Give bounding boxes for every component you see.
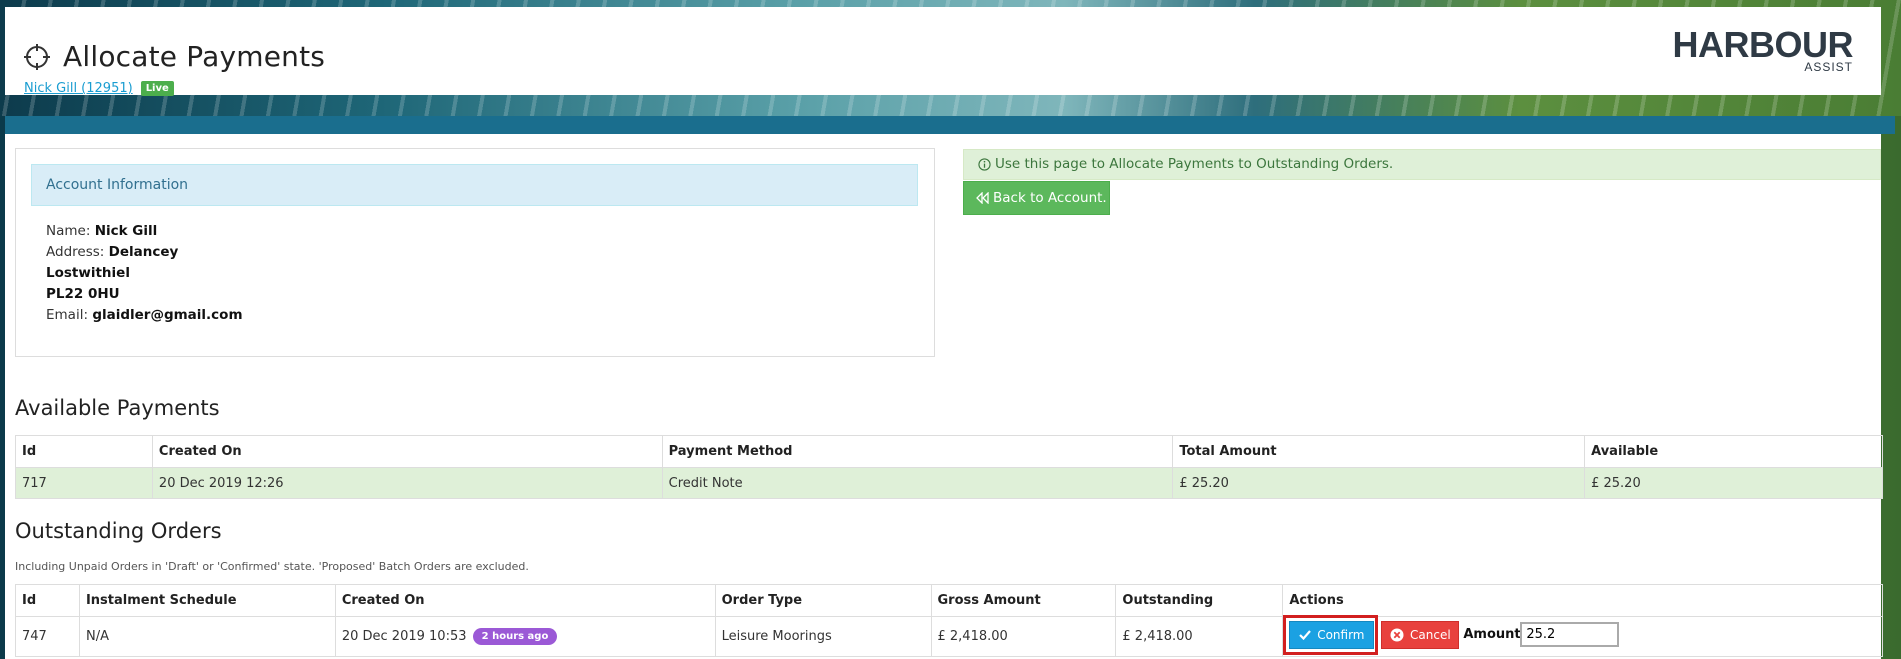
account-name: Nick Gill: [94, 223, 158, 239]
info-circle-icon: [978, 157, 991, 171]
col-created-on: Created On: [334, 584, 716, 617]
cancel-label: Cancel: [1410, 628, 1451, 642]
order-id: 747: [15, 616, 80, 657]
confirm-label: Confirm: [1317, 628, 1365, 642]
confirm-highlight: Confirm: [1283, 615, 1379, 655]
account-info-body: Name: Nick Gill Address: Delancey Lostwi…: [46, 221, 243, 326]
page-header: Allocate Payments Nick Gill (12951) Live…: [5, 7, 1881, 96]
available-payments-title: Available Payments: [15, 396, 220, 420]
col-total-amount: Total Amount: [1172, 435, 1586, 468]
table-header-row: Id Instalment Schedule Created On Order …: [15, 584, 1883, 617]
order-schedule: N/A: [78, 616, 336, 657]
col-instalment-schedule: Instalment Schedule: [78, 584, 336, 617]
col-actions: Actions: [1282, 584, 1883, 617]
logo-main-text: HARBOUR: [1672, 24, 1854, 65]
confirm-button[interactable]: Confirm: [1289, 621, 1375, 649]
close-circle-icon: [1390, 628, 1404, 642]
backward-icon: [976, 192, 989, 204]
live-badge: Live: [140, 81, 174, 96]
amount-input[interactable]: [1520, 622, 1620, 647]
customer-link[interactable]: Nick Gill (12951): [24, 81, 133, 96]
nav-bar: [5, 116, 1895, 134]
payment-id: 717: [15, 467, 153, 499]
time-ago-badge: 2 hours ago: [472, 628, 558, 645]
account-info-panel: Account Information Name: Nick Gill Addr…: [15, 148, 935, 357]
outstanding-orders-table: Id Instalment Schedule Created On Order …: [15, 584, 1883, 657]
order-actions: Confirm Cancel Amount:: [1282, 615, 1883, 657]
col-outstanding: Outstanding: [1115, 584, 1284, 617]
available-payments-table: Id Created On Payment Method Total Amoun…: [15, 435, 1883, 499]
payment-created-on: 20 Dec 2019 12:26: [151, 467, 663, 499]
address-label: Address:: [46, 244, 105, 260]
back-to-account-label: Back to Account.: [993, 190, 1107, 206]
address-line-1: Delancey: [108, 244, 179, 260]
col-payment-method: Payment Method: [661, 435, 1174, 468]
account-info-heading: Account Information: [31, 164, 918, 206]
order-type: Leisure Moorings: [714, 616, 932, 657]
cancel-button[interactable]: Cancel: [1381, 621, 1460, 649]
payment-total: £ 25.20: [1172, 467, 1586, 499]
col-id: Id: [15, 435, 153, 468]
table-header-row: Id Created On Payment Method Total Amoun…: [15, 435, 1883, 468]
table-row: 747 N/A 20 Dec 2019 10:53 2 hours ago Le…: [15, 615, 1883, 657]
page-title: Allocate Payments: [63, 40, 326, 73]
user-line: Nick Gill (12951) Live: [24, 81, 174, 96]
account-email: glaidler@gmail.com: [92, 307, 243, 323]
harbour-assist-logo: HARBOUR ASSIST: [1672, 24, 1854, 74]
order-gross: £ 2,418.00: [930, 616, 1117, 657]
order-outstanding: £ 2,418.00: [1115, 616, 1284, 657]
outstanding-orders-title: Outstanding Orders: [15, 519, 222, 543]
payment-method: Credit Note: [661, 467, 1174, 499]
col-available: Available: [1584, 435, 1883, 468]
col-id: Id: [15, 584, 80, 617]
col-gross-amount: Gross Amount: [930, 584, 1117, 617]
main-content: Account Information Name: Nick Gill Addr…: [5, 134, 1883, 659]
info-alert-text: Use this page to Allocate Payments to Ou…: [995, 156, 1394, 172]
order-created-cell: 20 Dec 2019 10:53 2 hours ago: [334, 616, 716, 657]
col-created-on: Created On: [151, 435, 663, 468]
name-label: Name:: [46, 223, 91, 239]
check-icon: [1299, 630, 1312, 640]
payment-available: £ 25.20: [1584, 467, 1883, 499]
outstanding-orders-note: Including Unpaid Orders in 'Draft' or 'C…: [15, 560, 529, 573]
table-row[interactable]: 717 20 Dec 2019 12:26 Credit Note £ 25.2…: [15, 467, 1883, 499]
email-label: Email:: [46, 307, 89, 323]
back-to-account-button[interactable]: Back to Account.: [963, 181, 1110, 215]
crosshair-icon: [24, 43, 50, 70]
address-line-3: PL22 0HU: [46, 286, 120, 302]
title-group: Allocate Payments: [23, 40, 325, 73]
info-alert: Use this page to Allocate Payments to Ou…: [963, 149, 1881, 180]
address-line-2: Lostwithiel: [46, 265, 130, 281]
order-created-on: 20 Dec 2019 10:53: [341, 629, 467, 644]
amount-label: Amount:: [1463, 627, 1526, 642]
col-order-type: Order Type: [714, 584, 932, 617]
